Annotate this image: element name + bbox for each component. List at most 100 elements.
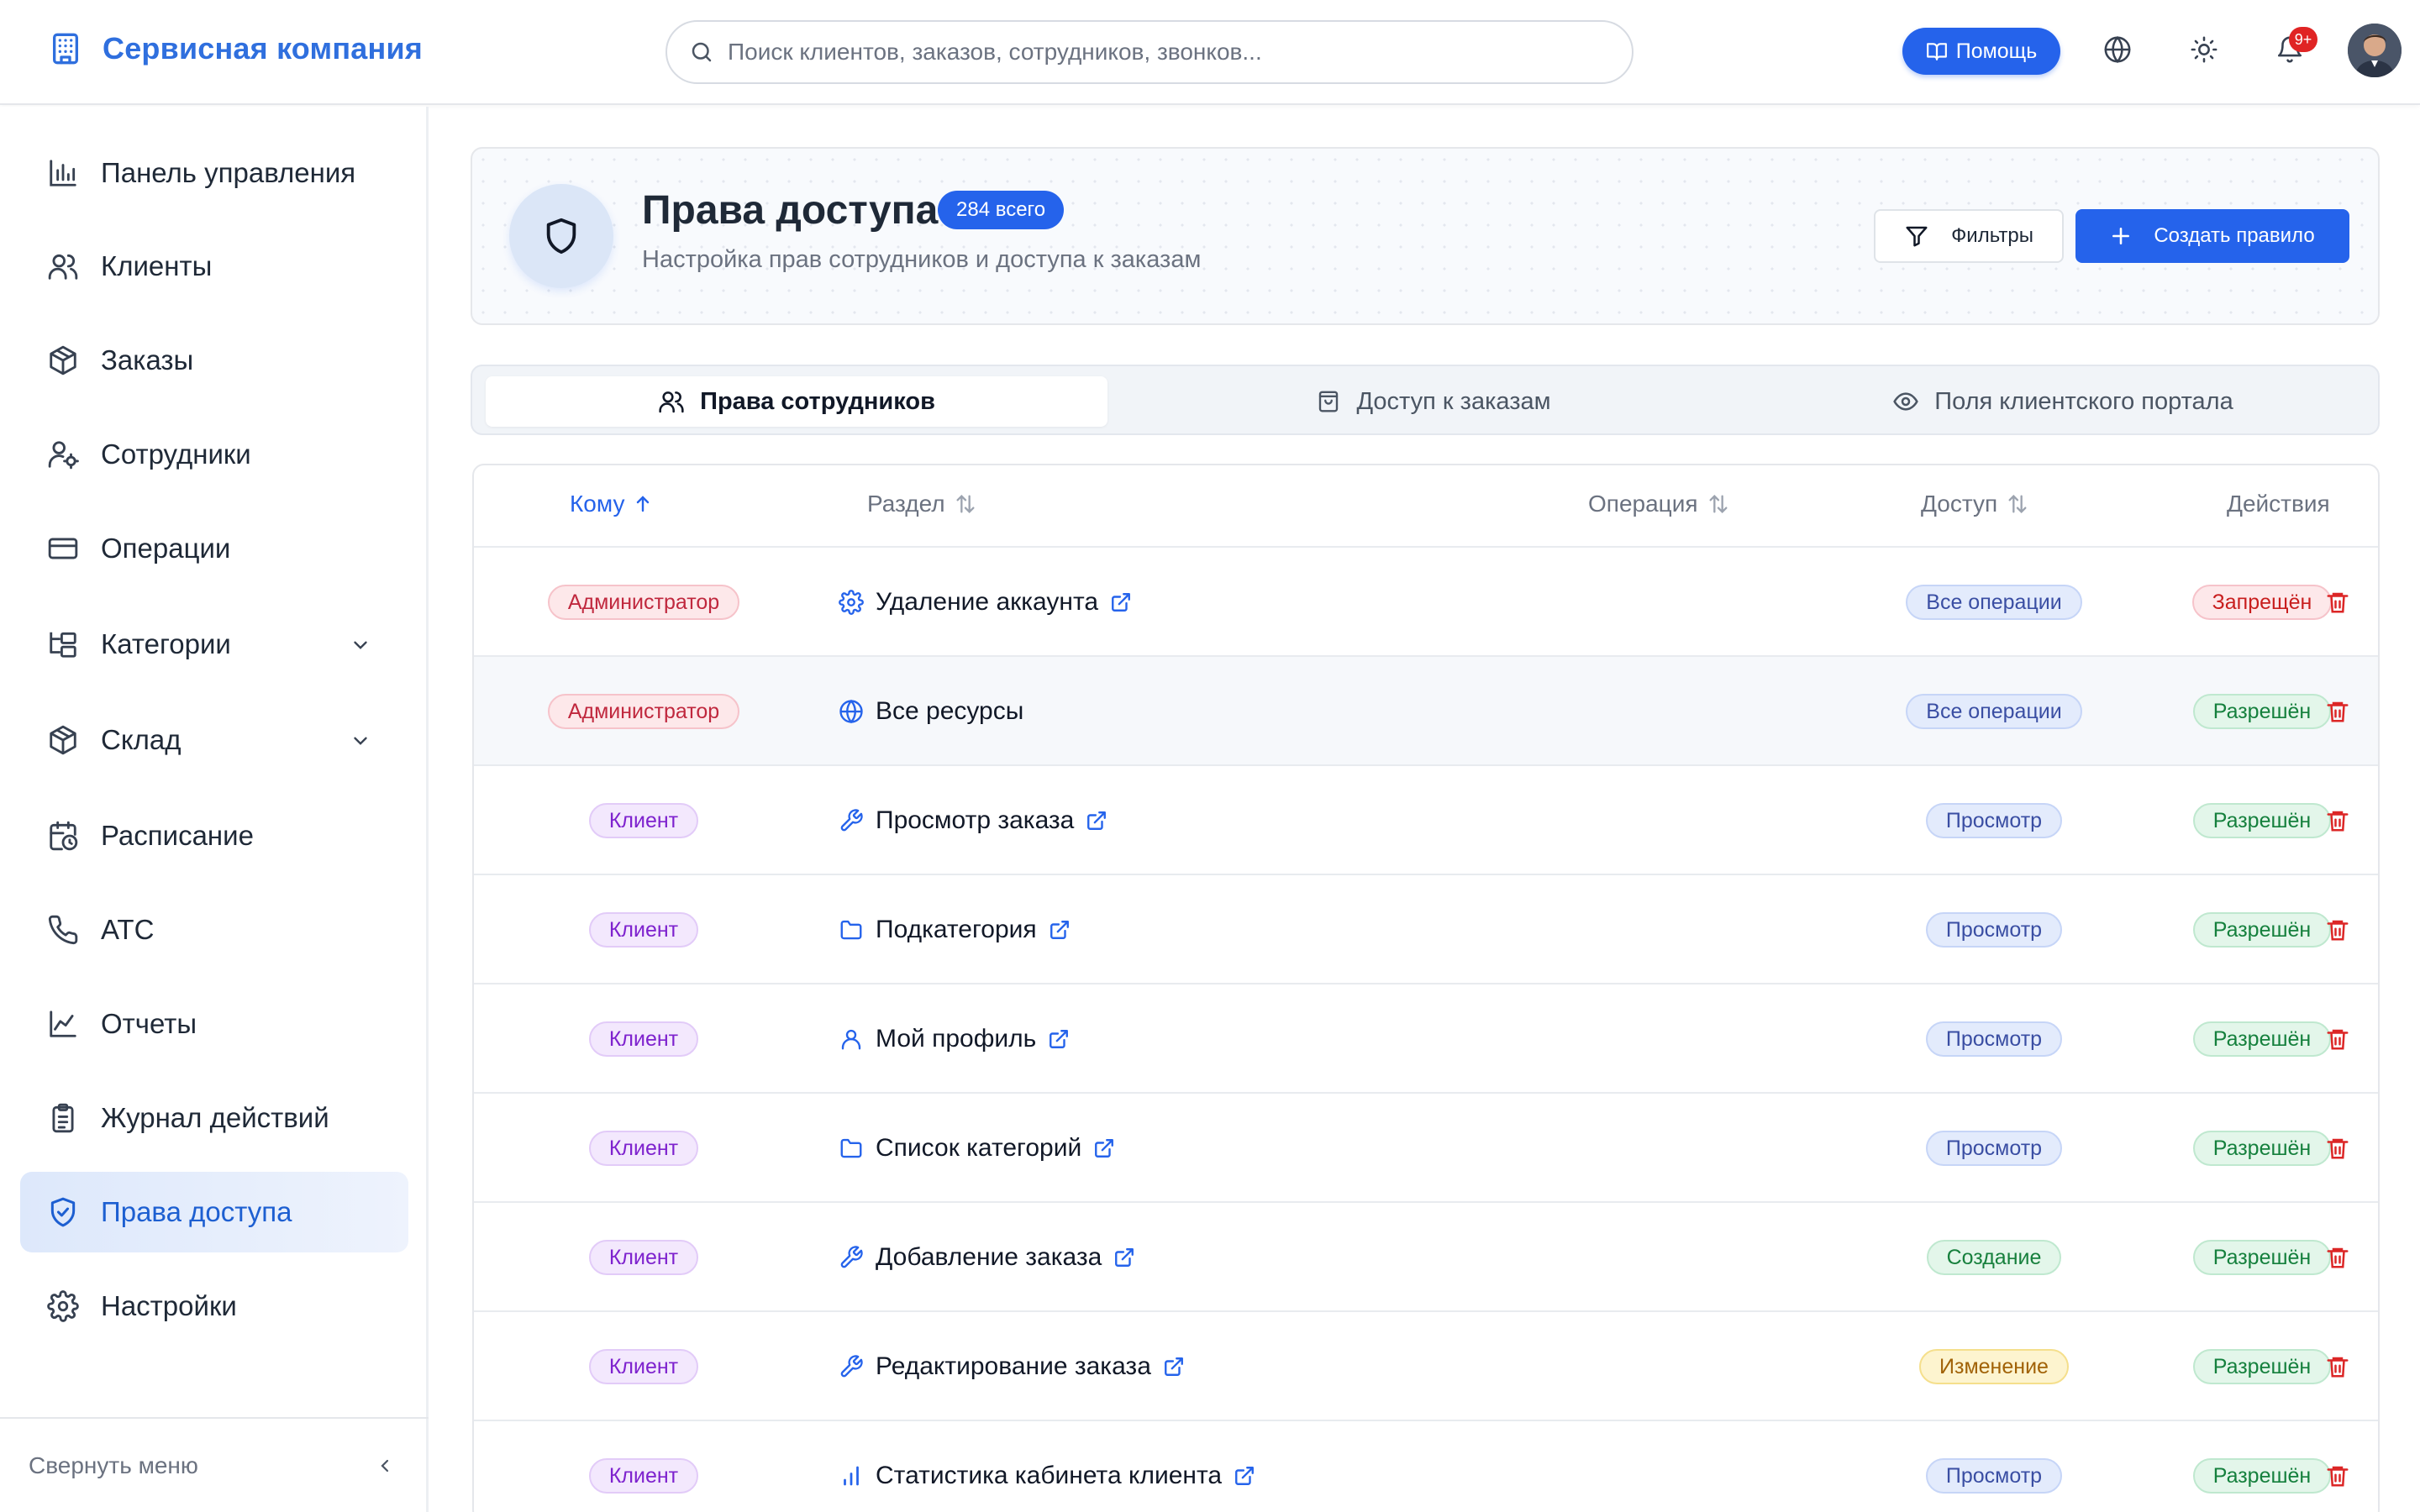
sidebar-item-dashboard[interactable]: Панель управления bbox=[20, 133, 408, 213]
sidebar-item-activity-log[interactable]: Журнал действий bbox=[20, 1078, 408, 1158]
external-link-icon[interactable] bbox=[1093, 1137, 1115, 1159]
table-row[interactable]: Клиент Список категорий Просмотр Разрешё… bbox=[474, 1092, 2378, 1201]
sidebar-item-access-rights[interactable]: Права доступа bbox=[20, 1172, 408, 1252]
globe-icon bbox=[839, 699, 864, 724]
chevron-down-icon[interactable] bbox=[350, 634, 371, 656]
filters-button[interactable]: Фильтры bbox=[1874, 209, 2064, 263]
section-name: Просмотр заказа bbox=[876, 806, 1075, 834]
plus-icon bbox=[2110, 225, 2132, 247]
eye-icon bbox=[1892, 388, 1919, 415]
collapse-menu-button[interactable]: Свернуть меню bbox=[0, 1417, 429, 1512]
table-row[interactable]: Администратор Все ресурсы Все операции Р… bbox=[474, 655, 2378, 764]
trash-icon[interactable] bbox=[2325, 1354, 2350, 1379]
sidebar-item-orders[interactable]: Заказы bbox=[20, 320, 408, 401]
sidebar-item-clients[interactable]: Клиенты bbox=[20, 226, 408, 307]
trash-icon[interactable] bbox=[2325, 590, 2350, 615]
trash-icon[interactable] bbox=[2325, 917, 2350, 942]
column-header-access[interactable]: Доступ bbox=[1921, 491, 2029, 517]
search-icon bbox=[689, 39, 714, 65]
sidebar-item-employees[interactable]: Сотрудники bbox=[20, 414, 408, 495]
column-header-actions: Действия bbox=[2227, 491, 2330, 517]
tab-client-portal-fields[interactable]: Поля клиентского портала bbox=[1760, 376, 2366, 427]
tab-employee-rights[interactable]: Права сотрудников bbox=[486, 376, 1107, 427]
trash-icon[interactable] bbox=[2325, 1245, 2350, 1270]
shield-icon bbox=[509, 184, 613, 288]
role-badge: Клиент bbox=[588, 1458, 699, 1494]
trash-icon[interactable] bbox=[2325, 808, 2350, 833]
sidebar-item-schedule[interactable]: Расписание bbox=[20, 795, 408, 876]
operation-badge: Просмотр bbox=[1925, 1458, 2063, 1494]
sidebar-item-operations[interactable]: Операции bbox=[20, 508, 408, 589]
operation-badge: Все операции bbox=[1906, 694, 2082, 729]
create-rule-button[interactable]: Создать правило bbox=[2075, 209, 2349, 263]
sidebar-item-label: Клиенты bbox=[101, 250, 213, 281]
operation-badge: Все операции bbox=[1906, 585, 2082, 620]
table-row[interactable]: Клиент Просмотр заказа Просмотр Разрешён bbox=[474, 764, 2378, 874]
trash-icon[interactable] bbox=[2325, 1026, 2350, 1052]
external-link-icon[interactable] bbox=[1049, 919, 1071, 941]
role-badge: Клиент bbox=[588, 1349, 699, 1384]
sidebar-item-categories[interactable]: Категории bbox=[20, 604, 408, 685]
trash-icon[interactable] bbox=[2325, 1136, 2350, 1161]
table-row[interactable]: Клиент Редактирование заказа Изменение Р… bbox=[474, 1310, 2378, 1420]
table-row[interactable]: Клиент Добавление заказа Создание Разреш… bbox=[474, 1201, 2378, 1310]
tab-bar: Права сотрудников Доступ к заказам Поля … bbox=[471, 365, 2380, 435]
operation-badge: Создание bbox=[1926, 1240, 2062, 1275]
operation-badge: Изменение bbox=[1919, 1349, 2069, 1384]
sort-icon bbox=[2006, 492, 2029, 516]
folder-icon bbox=[839, 917, 864, 942]
external-link-icon[interactable] bbox=[1048, 1028, 1070, 1050]
package-icon bbox=[47, 724, 79, 756]
tab-order-access[interactable]: Доступ к заказам bbox=[1123, 376, 1744, 427]
column-header-operation[interactable]: Операция bbox=[1588, 491, 1730, 517]
table-row[interactable]: Клиент Мой профиль Просмотр Разрешён bbox=[474, 983, 2378, 1092]
role-badge: Клиент bbox=[588, 1240, 699, 1275]
sidebar-item-label: Права доступа bbox=[101, 1196, 292, 1227]
operation-badge: Просмотр bbox=[1925, 1021, 2063, 1057]
brand-title: Сервисная компания bbox=[103, 31, 424, 66]
global-search[interactable] bbox=[666, 20, 1634, 84]
sidebar-item-reports[interactable]: Отчеты bbox=[20, 984, 408, 1064]
folder-tree-icon bbox=[47, 628, 79, 660]
brand[interactable]: Сервисная компания bbox=[49, 29, 423, 69]
sun-icon[interactable] bbox=[2190, 35, 2218, 64]
search-input[interactable] bbox=[728, 39, 1602, 66]
help-button[interactable]: Помощь bbox=[1902, 28, 2060, 75]
sidebar-item-warehouse[interactable]: Склад bbox=[20, 700, 408, 780]
sidebar-item-label: Сотрудники bbox=[101, 438, 251, 470]
table-row[interactable]: Клиент Статистика кабинета клиента Просм… bbox=[474, 1420, 2378, 1512]
sidebar-item-settings[interactable]: Настройки bbox=[20, 1266, 408, 1347]
trash-icon[interactable] bbox=[2325, 699, 2350, 724]
wrench-icon bbox=[839, 1245, 864, 1270]
bar-chart-icon bbox=[47, 157, 79, 189]
sidebar: Панель управления Клиенты Заказы Сотрудн… bbox=[0, 107, 429, 1512]
filter-icon bbox=[1904, 223, 1929, 249]
section-name: Статистика кабинета клиента bbox=[876, 1462, 1223, 1489]
avatar[interactable] bbox=[2348, 24, 2402, 77]
external-link-icon[interactable] bbox=[1110, 591, 1132, 613]
book-icon bbox=[1926, 40, 1948, 62]
external-link-icon[interactable] bbox=[1086, 810, 1107, 832]
collapse-menu-label: Свернуть меню bbox=[29, 1452, 198, 1478]
column-header-section[interactable]: Раздел bbox=[867, 491, 977, 517]
table-row[interactable]: Администратор Удаление аккаунта Все опер… bbox=[474, 546, 2378, 655]
trash-icon[interactable] bbox=[2325, 1463, 2350, 1488]
column-header-who[interactable]: Кому bbox=[570, 491, 653, 517]
section-name: Все ресурсы bbox=[876, 697, 1024, 725]
chevron-down-icon[interactable] bbox=[350, 730, 371, 752]
sidebar-item-label: АТС bbox=[101, 914, 155, 945]
external-link-icon[interactable] bbox=[1234, 1465, 1255, 1487]
sidebar-item-pbx[interactable]: АТС bbox=[20, 890, 408, 970]
globe-icon[interactable] bbox=[2103, 35, 2132, 64]
table-row[interactable]: Клиент Подкатегория Просмотр Разрешён bbox=[474, 874, 2378, 983]
role-badge: Клиент bbox=[588, 803, 699, 838]
user-cog-icon bbox=[47, 438, 79, 470]
line-chart-icon bbox=[47, 1008, 79, 1040]
external-link-icon[interactable] bbox=[1113, 1247, 1135, 1268]
role-badge: Клиент bbox=[588, 1131, 699, 1166]
external-link-icon[interactable] bbox=[1163, 1356, 1185, 1378]
bar-chart-icon bbox=[839, 1463, 864, 1488]
section-name: Список категорий bbox=[876, 1134, 1082, 1162]
sidebar-item-label: Журнал действий bbox=[101, 1102, 329, 1133]
section-name: Добавление заказа bbox=[876, 1243, 1102, 1271]
